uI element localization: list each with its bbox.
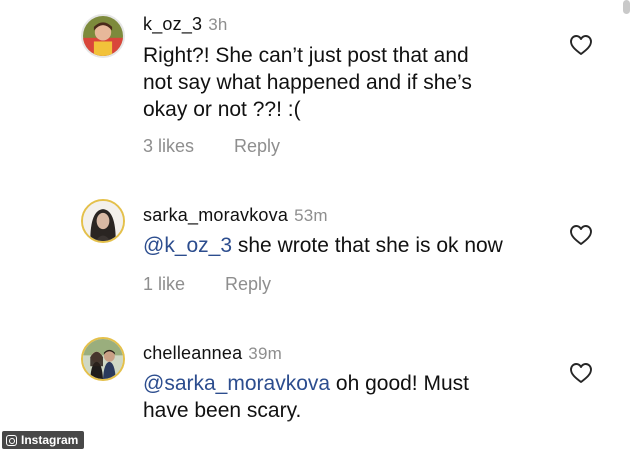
comment-text: @k_oz_3 she wrote that she is ok now bbox=[143, 232, 563, 259]
username-text[interactable]: sarka_moravkova bbox=[143, 205, 288, 225]
heart-icon[interactable] bbox=[569, 362, 593, 384]
heart-icon[interactable] bbox=[569, 224, 593, 246]
username-text[interactable]: chelleannea bbox=[143, 343, 242, 363]
comment-line: Right?! She can’t just post that and bbox=[143, 44, 469, 67]
bottom-fade bbox=[0, 418, 632, 449]
comment-meta: 3 likes Reply bbox=[143, 136, 280, 157]
comment-line: not say what happened and if she’s bbox=[143, 71, 472, 94]
reply-button[interactable]: Reply bbox=[225, 274, 271, 295]
reply-button[interactable]: Reply bbox=[234, 136, 280, 157]
instagram-watermark: Instagram bbox=[2, 431, 85, 449]
avatar[interactable] bbox=[81, 199, 125, 243]
avatar-image bbox=[83, 339, 123, 379]
comment-text: @sarka_moravkova oh good! Must have been… bbox=[143, 370, 563, 424]
mention-link[interactable]: @sarka_moravkova bbox=[143, 372, 330, 395]
scrollbar[interactable] bbox=[623, 0, 630, 14]
comment-username[interactable]: k_oz_3 3h bbox=[143, 14, 228, 35]
comment-line: @k_oz_3 she wrote that she is ok now bbox=[143, 232, 563, 259]
comment-line-text: oh good! Must bbox=[330, 372, 469, 395]
likes-count[interactable]: 1 like bbox=[143, 274, 185, 295]
watermark-label: Instagram bbox=[21, 433, 79, 447]
comment-timestamp: 3h bbox=[208, 15, 228, 34]
avatar-image bbox=[83, 201, 123, 241]
comment-timestamp: 53m bbox=[294, 206, 328, 225]
avatar-image bbox=[83, 16, 123, 56]
mention-link[interactable]: @k_oz_3 bbox=[143, 234, 232, 257]
comment-line: @sarka_moravkova oh good! Must bbox=[143, 370, 563, 397]
comment-username[interactable]: chelleannea 39m bbox=[143, 343, 282, 364]
heart-icon[interactable] bbox=[569, 34, 593, 56]
comments-page: k_oz_3 3h Right?! She can’t just post tha… bbox=[0, 0, 632, 449]
comment-line: okay or not ??! :( bbox=[143, 98, 301, 121]
comment-username[interactable]: sarka_moravkova 53m bbox=[143, 205, 328, 226]
username-text[interactable]: k_oz_3 bbox=[143, 14, 202, 34]
avatar[interactable] bbox=[81, 14, 125, 58]
comment-timestamp: 39m bbox=[248, 344, 282, 363]
comment-meta: 1 like Reply bbox=[143, 274, 271, 295]
comment-line-text: she wrote that she is ok now bbox=[232, 234, 503, 257]
comment-text: Right?! She can’t just post that and not… bbox=[143, 42, 563, 123]
instagram-icon bbox=[6, 434, 17, 446]
avatar[interactable] bbox=[81, 337, 125, 381]
likes-count[interactable]: 3 likes bbox=[143, 136, 194, 157]
